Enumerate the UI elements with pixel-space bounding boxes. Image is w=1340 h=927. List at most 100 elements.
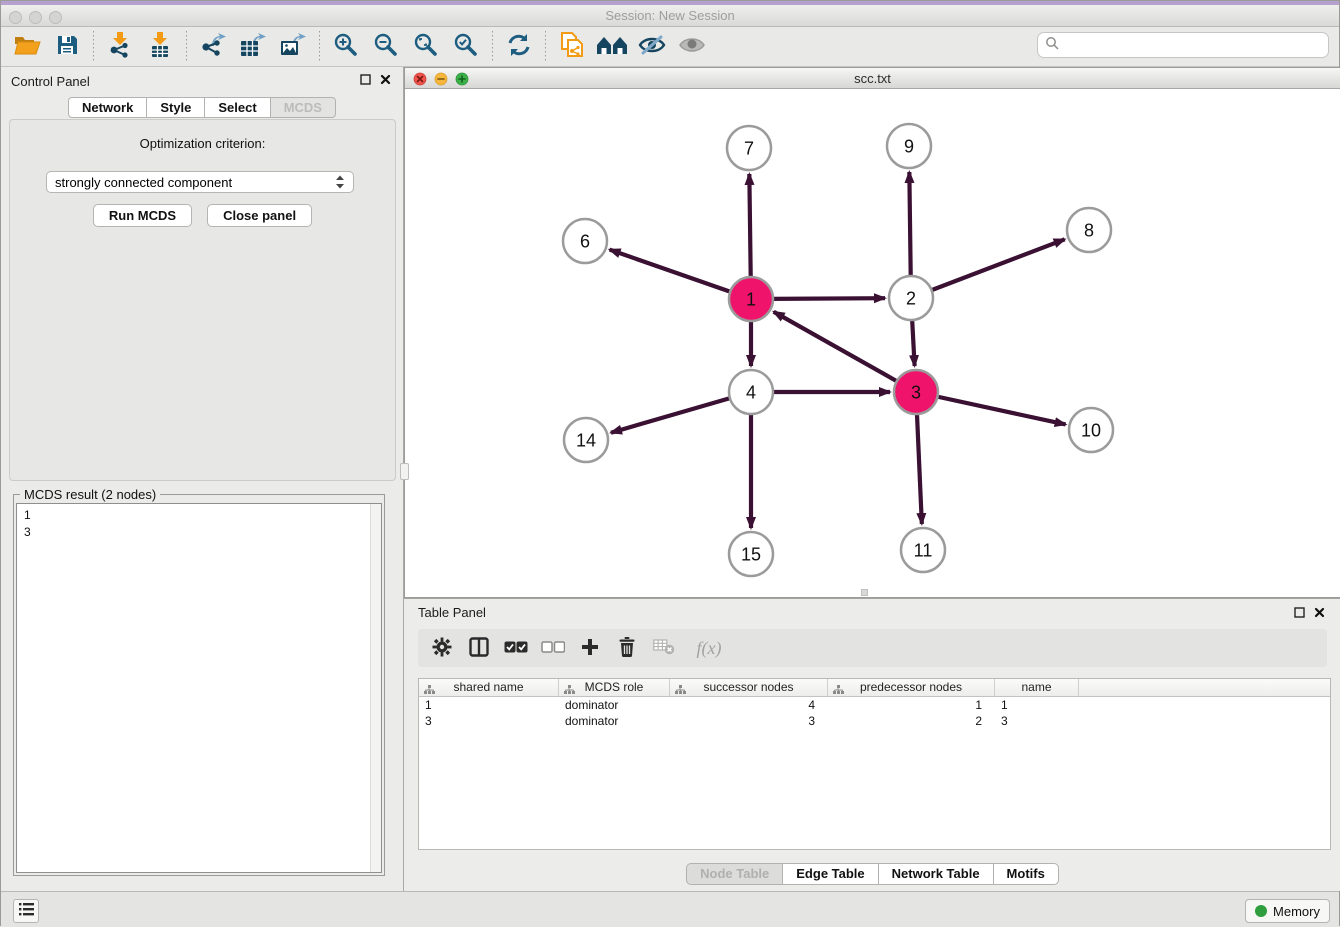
create-column-button[interactable]: [576, 633, 604, 663]
apply-function-button[interactable]: f(x): [687, 633, 731, 663]
show-column-panel-button[interactable]: [465, 633, 493, 663]
graph-edge[interactable]: [936, 396, 1066, 424]
search-field[interactable]: [1037, 32, 1329, 58]
tab-style[interactable]: Style: [146, 97, 205, 118]
zoom-out-button[interactable]: [366, 30, 406, 64]
table-options-button[interactable]: [428, 633, 456, 663]
graph-edge[interactable]: [917, 412, 922, 524]
graph-edge[interactable]: [912, 318, 915, 366]
hide-selected-button[interactable]: [632, 30, 672, 64]
tab-network[interactable]: Network: [68, 97, 147, 118]
close-panel-button[interactable]: Close panel: [207, 204, 312, 227]
select-all-button[interactable]: [502, 633, 530, 663]
zoom-fit-button[interactable]: [406, 30, 446, 64]
tab-select[interactable]: Select: [204, 97, 270, 118]
documents-share-icon: [559, 31, 585, 62]
delete-table-button[interactable]: [650, 633, 678, 663]
column-header-mcds-role[interactable]: MCDS role: [559, 679, 670, 697]
cell-successor-nodes[interactable]: 4: [670, 697, 828, 713]
dropdown-stepper-icon: [335, 175, 345, 189]
cell-mcds-role[interactable]: dominator: [559, 713, 670, 729]
mcds-result-list[interactable]: 1 3: [16, 503, 382, 873]
float-table-panel-icon[interactable]: [1294, 607, 1305, 618]
graph-edge[interactable]: [610, 250, 733, 293]
first-neighbors-button[interactable]: [552, 30, 592, 64]
app-title: Session: New Session: [605, 8, 734, 23]
network-window-titlebar[interactable]: scc.txt: [405, 68, 1340, 89]
two-houses-button[interactable]: [592, 30, 632, 64]
graph-edge[interactable]: [611, 398, 732, 433]
table-toolbar: f(x): [418, 629, 1327, 667]
refresh-view-button[interactable]: [499, 30, 539, 64]
control-panel: Control Panel Network Style Select MCDS …: [1, 67, 404, 891]
column-header-predecessor-nodes[interactable]: predecessor nodes: [828, 679, 995, 697]
control-panel-tabs: Network Style Select MCDS: [1, 97, 403, 118]
tab-node-table[interactable]: Node Table: [686, 863, 783, 885]
graph-node-label: 14: [576, 430, 596, 450]
zoom-selected-button[interactable]: [446, 30, 486, 64]
node-table: shared name MCDS role successor nodes pr…: [418, 678, 1331, 850]
cell-name[interactable]: 1: [995, 697, 1079, 713]
delete-column-button[interactable]: [613, 633, 641, 663]
result-scrollbar[interactable]: [370, 504, 381, 872]
import-table-button[interactable]: [140, 30, 180, 64]
task-history-button[interactable]: [13, 899, 39, 923]
zoom-in-button[interactable]: [326, 30, 366, 64]
open-session-button[interactable]: [7, 30, 47, 64]
graph-node-label: 15: [741, 544, 761, 564]
status-bar: Memory: [1, 891, 1339, 927]
column-header-successor-nodes[interactable]: successor nodes: [670, 679, 828, 697]
cell-shared-name[interactable]: 3: [419, 713, 559, 729]
graph-edge[interactable]: [749, 174, 750, 279]
column-type-icon: [424, 683, 435, 700]
graph-node-label: 11: [914, 540, 933, 560]
network-canvas[interactable]: 1234678910111415: [405, 89, 1340, 597]
table-row[interactable]: 1 dominator 4 1 1: [419, 697, 1330, 713]
tab-edge-table[interactable]: Edge Table: [782, 863, 878, 885]
minimize-window-button[interactable]: [29, 11, 42, 24]
import-network-button[interactable]: [100, 30, 140, 64]
graph-edge[interactable]: [771, 298, 885, 299]
column-type-icon: [833, 683, 844, 700]
table-tabs: Node Table Edge Table Network Table Moti…: [404, 863, 1340, 885]
tab-mcds[interactable]: MCDS: [270, 97, 336, 118]
save-session-button[interactable]: [47, 30, 87, 64]
close-panel-icon[interactable]: [380, 74, 391, 85]
cell-predecessor-nodes[interactable]: 1: [828, 697, 995, 713]
splitter-grip[interactable]: [400, 463, 409, 480]
trash-icon: [618, 637, 636, 660]
close-window-button[interactable]: [9, 11, 22, 24]
close-table-panel-icon[interactable]: [1314, 607, 1325, 618]
float-panel-icon[interactable]: [360, 74, 371, 85]
export-table-button[interactable]: [233, 30, 273, 64]
tab-network-table[interactable]: Network Table: [878, 863, 994, 885]
table-arrow-icon: [239, 32, 267, 61]
deselect-all-button[interactable]: [539, 633, 567, 663]
run-mcds-button[interactable]: Run MCDS: [93, 204, 192, 227]
canvas-resize-grip[interactable]: [861, 589, 868, 596]
zoom-window-button[interactable]: [49, 11, 62, 24]
search-input[interactable]: [1064, 38, 1328, 53]
memory-button[interactable]: Memory: [1245, 899, 1330, 923]
control-panel-title: Control Panel: [11, 74, 90, 89]
cell-name[interactable]: 3: [995, 713, 1079, 729]
tab-motifs[interactable]: Motifs: [993, 863, 1059, 885]
table-row[interactable]: 3 dominator 3 2 3: [419, 713, 1330, 729]
graph-edge[interactable]: [909, 172, 910, 278]
export-network-button[interactable]: [193, 30, 233, 64]
criterion-dropdown[interactable]: strongly connected component: [46, 171, 354, 193]
graph-edge[interactable]: [774, 312, 899, 382]
split-columns-icon: [469, 637, 489, 660]
cell-mcds-role[interactable]: dominator: [559, 697, 670, 713]
export-image-button[interactable]: [273, 30, 313, 64]
table-delete-icon: [653, 639, 675, 658]
show-all-button[interactable]: [672, 30, 712, 64]
cell-shared-name[interactable]: 1: [419, 697, 559, 713]
graph-edge[interactable]: [930, 239, 1065, 291]
cell-predecessor-nodes[interactable]: 2: [828, 713, 995, 729]
cell-successor-nodes[interactable]: 3: [670, 713, 828, 729]
app-titlebar: Session: New Session: [1, 5, 1339, 27]
column-header-shared-name[interactable]: shared name: [419, 679, 559, 697]
graph-node-label: 4: [746, 382, 756, 402]
column-header-name[interactable]: name: [995, 679, 1079, 697]
